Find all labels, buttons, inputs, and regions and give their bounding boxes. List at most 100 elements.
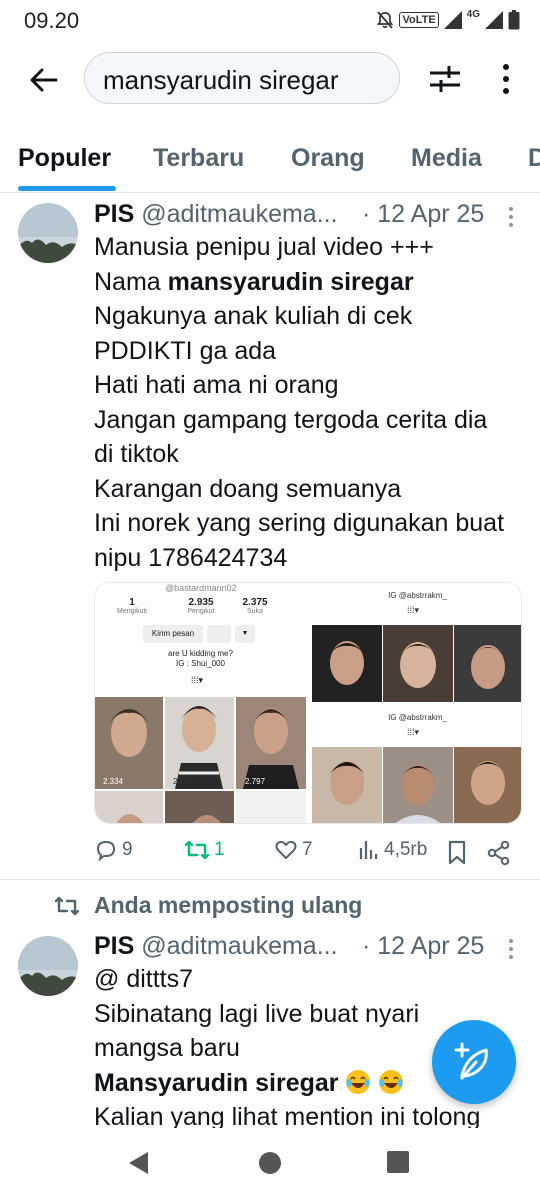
media-view-count: 2.244 (173, 777, 194, 786)
tweet-highlight: mansyarudin siregar (167, 267, 414, 296)
like-button[interactable]: 7 (274, 838, 313, 862)
media-stat: 1 Mengikuti (117, 597, 147, 615)
tab-orang[interactable]: Orang (291, 144, 365, 173)
laughing-emoji-icon (346, 1069, 371, 1094)
search-tabs: Populer Terbaru Orang Media D (0, 130, 540, 193)
tweet-line: PDDIKTI ga ada (94, 336, 277, 365)
like-count: 7 (302, 839, 313, 860)
tab-terbaru[interactable]: Terbaru (153, 144, 244, 173)
tweet-more-icon[interactable] (506, 205, 516, 229)
media-stat-value: 2.935 (188, 597, 214, 608)
media-stat: 2.935 Pengikut (181, 597, 221, 615)
media-username: @bastardmann02 (165, 583, 237, 593)
share-icon[interactable] (486, 840, 512, 866)
tweet-line: Nama mansyarudin siregar (94, 265, 534, 300)
filter-sliders-icon[interactable] (428, 62, 462, 96)
media-handle: IG @abstrrakm_ (388, 713, 447, 722)
tweet-line: di tiktok (94, 440, 179, 468)
search-query: mansyarudin siregar (103, 65, 339, 95)
media-bio: are U kidding me? (168, 649, 233, 658)
repost-small-icon (54, 896, 80, 915)
author-name[interactable]: PIS (94, 932, 134, 960)
views-button[interactable]: 4,5rb (358, 838, 427, 862)
reply-count: 9 (122, 839, 133, 860)
status-icons: VoLTE 4G (375, 9, 520, 31)
nav-recents-icon[interactable] (386, 1150, 410, 1174)
media-message-button: Kirim pesan (143, 625, 203, 643)
tab-more[interactable]: D (528, 144, 540, 173)
repost-note-text: Anda memposting ulang (94, 892, 363, 918)
views-count: 4,5rb (384, 839, 428, 860)
tweet-line-text: Nama (94, 267, 168, 296)
tab-media[interactable]: Media (411, 144, 482, 173)
system-nav-bar (0, 1128, 540, 1200)
nav-home-icon[interactable] (257, 1150, 283, 1176)
heart-icon (275, 840, 297, 859)
media-handle: IG @abstrrakm_ (388, 591, 447, 600)
tweet-line: Manusia penipu jual video +++ (94, 233, 434, 261)
author-handle[interactable]: @aditmaukema... (141, 932, 337, 960)
media-stat-value: 1 (129, 597, 135, 608)
views-chart-icon (359, 841, 378, 859)
tweet-header: PIS @aditmaukema... · 12 Apr 25 (94, 932, 484, 961)
repost-button[interactable]: 1 (184, 838, 225, 862)
tweet-line: Hati hati ama ni orang (94, 371, 339, 399)
tweet-more-icon[interactable] (506, 937, 516, 961)
media-message-label: Kirim pesan (151, 629, 195, 638)
media-view-count: 2.797 (245, 777, 266, 786)
media-stat-value: 2.375 (242, 597, 268, 608)
search-header: mansyarudin siregar (0, 40, 540, 120)
tweet-line: Ini norek yang sering digunakan buat (94, 509, 505, 537)
tweet-highlight: Mansyarudin siregar (94, 1068, 339, 1097)
search-input[interactable]: mansyarudin siregar (84, 52, 400, 104)
media-stat-label: Mengikuti (117, 608, 147, 615)
repost-count: 1 (214, 839, 225, 860)
tweet-actions: 9 1 7 4,5rb (94, 838, 524, 868)
signal-icon-2 (485, 11, 503, 29)
status-time: 09.20 (24, 8, 80, 33)
volte-badge: VoLTE (399, 12, 439, 28)
media-grid-icon: ⁞⁞⁞▾ (407, 605, 420, 615)
tab-populer[interactable]: Populer (18, 144, 111, 173)
media-stat-label: Suka (247, 608, 263, 615)
back-arrow-icon[interactable] (26, 62, 62, 98)
media-stat: 2.375 Suka (235, 597, 275, 615)
network-type: 4G (466, 9, 480, 20)
status-bar: 09.20 VoLTE 4G (0, 0, 540, 40)
more-vertical-icon[interactable] (494, 62, 518, 96)
avatar[interactable] (18, 936, 78, 996)
media-view-count: 2.334 (103, 777, 124, 786)
tweet-media[interactable]: @bastardmann02 1 Mengikuti 2.935 Pengiku… (94, 582, 522, 824)
repost-indicator: Anda memposting ulang (54, 892, 362, 919)
media-dropdown-icon: ▼ (235, 625, 255, 643)
tweet-line: @ dittts7 (94, 965, 194, 993)
tweet-divider (0, 879, 540, 880)
active-tab-indicator (18, 186, 116, 191)
author-name[interactable]: PIS (94, 200, 134, 228)
reply-button[interactable]: 9 (94, 838, 133, 862)
signal-icon (443, 11, 462, 29)
compose-feather-icon (454, 1042, 488, 1080)
tweet-line: Jangan gampang tergoda cerita dia (94, 405, 488, 434)
tweet-date[interactable]: · 12 Apr 25 (362, 932, 484, 961)
media-left-text: @bastardmann02 1 Mengikuti 2.935 Pengiku… (95, 583, 306, 695)
repost-icon (184, 840, 210, 860)
battery-icon (508, 10, 520, 30)
nav-back-icon[interactable] (126, 1150, 152, 1176)
tweet-line: nipu 1786424734 (94, 543, 288, 572)
media-grid-icon: ⁞⁞⁞▾ (407, 727, 420, 737)
tweet-text[interactable]: Manusia penipu jual video +++ Nama mansy… (94, 230, 534, 575)
media-follow-icon (207, 625, 231, 643)
tweet-line: Ngakunya anak kuliah di cek (94, 302, 413, 330)
laughing-emoji-icon (379, 1069, 404, 1094)
media-stat-label: Pengikut (187, 608, 215, 615)
tweet-line: Kalian yang lihat mention ini tolong (94, 1103, 481, 1128)
compose-button[interactable] (432, 1020, 516, 1104)
author-handle[interactable]: @aditmaukema... (141, 200, 337, 228)
tweet-line: Karangan doang semuanya (94, 474, 402, 503)
avatar[interactable] (18, 203, 78, 263)
bookmark-icon[interactable] (446, 840, 468, 866)
reply-icon (96, 840, 116, 862)
notifications-muted-icon (377, 11, 394, 29)
tweet-date[interactable]: · 12 Apr 25 (362, 200, 484, 229)
